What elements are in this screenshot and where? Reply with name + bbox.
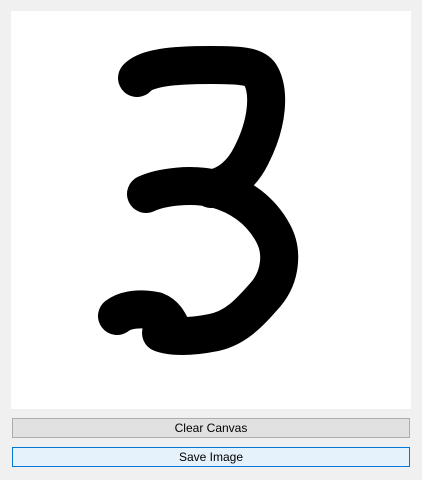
clear-canvas-button[interactable]: Clear Canvas xyxy=(12,418,410,438)
drawing-stroke xyxy=(98,46,299,355)
save-image-button[interactable]: Save Image xyxy=(12,447,410,467)
app-window: Clear Canvas Save Image xyxy=(0,0,422,480)
drawing-canvas[interactable] xyxy=(11,11,411,409)
